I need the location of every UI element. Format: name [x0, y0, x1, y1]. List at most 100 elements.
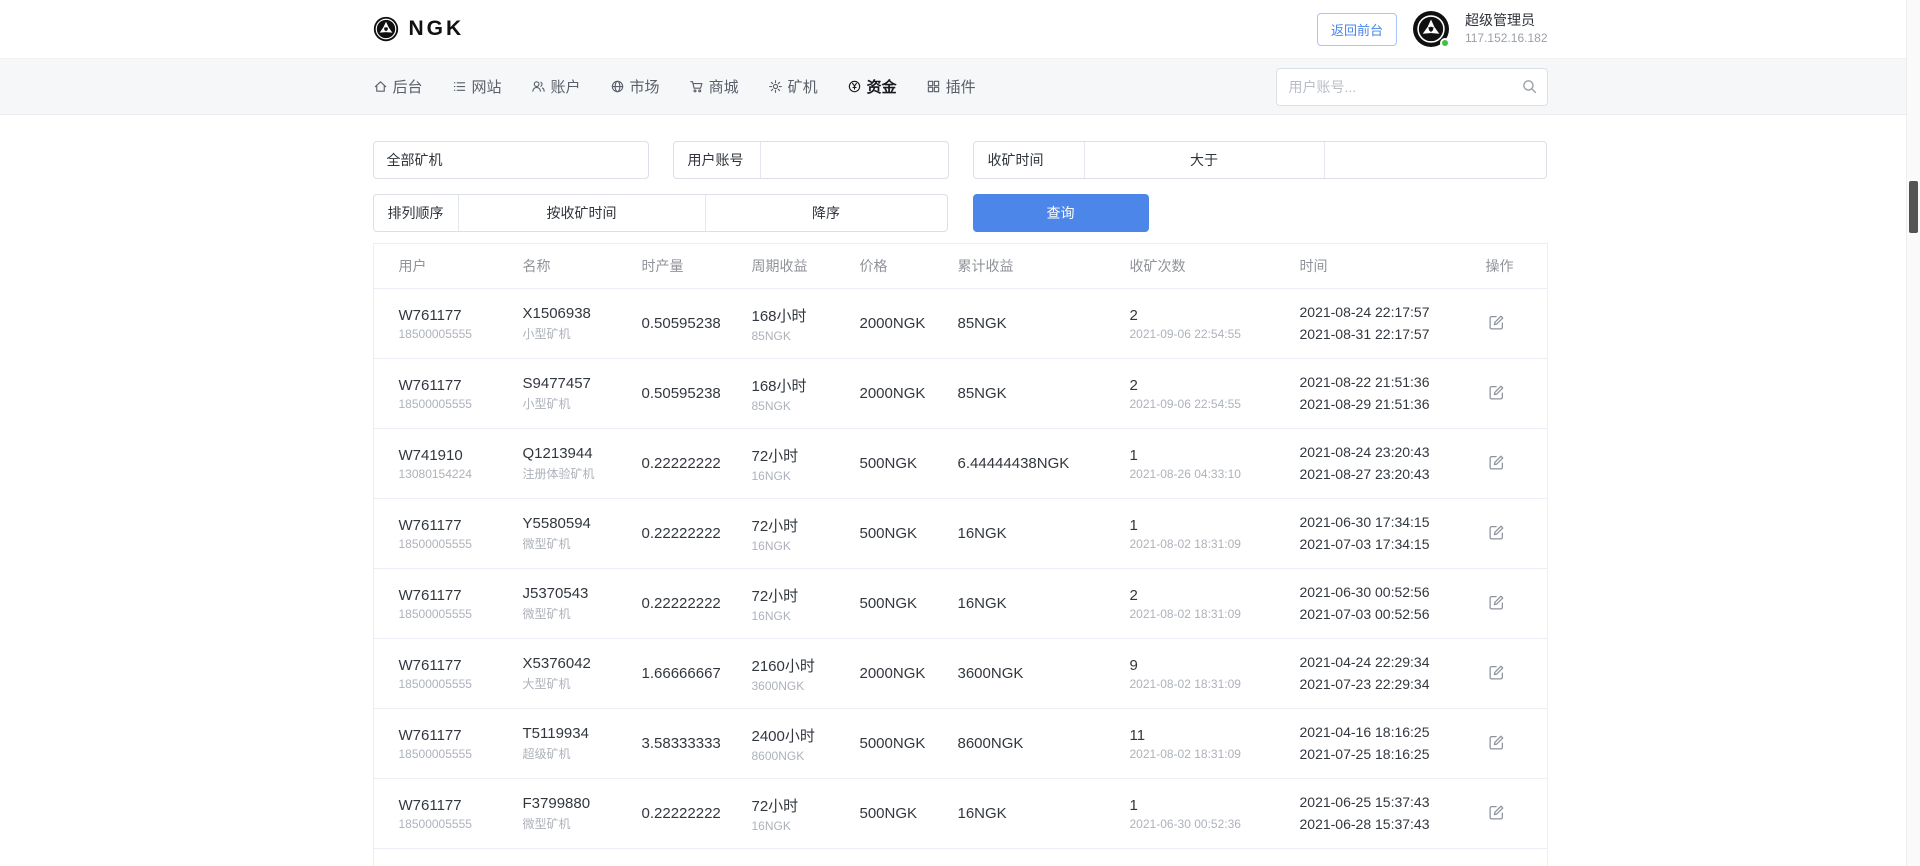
- back-to-front-button[interactable]: 返回前台: [1317, 13, 1397, 46]
- col-header-period: 周期收益: [752, 256, 860, 276]
- cell-harvest-count: 11 2021-08-02 18:31:09: [1130, 727, 1300, 761]
- nav-item-market[interactable]: 市场: [610, 76, 660, 97]
- sort-order-label: 排列顺序: [374, 195, 458, 231]
- edit-button[interactable]: [1486, 452, 1507, 473]
- nav-label: 插件: [946, 76, 976, 97]
- table-row: W761177 18500005555 J5370543 微型矿机 0.2222…: [374, 569, 1547, 639]
- edit-icon: [1488, 804, 1505, 821]
- cell-cumulative-earnings: 6.44444438NGK: [958, 455, 1130, 472]
- cell-name: J5370543 微型矿机: [523, 585, 642, 622]
- edit-icon: [1488, 314, 1505, 331]
- nav-item-plugins[interactable]: 插件: [926, 76, 976, 97]
- page-scrollbar-thumb[interactable]: [1909, 181, 1918, 233]
- nav-label: 账户: [551, 76, 581, 97]
- cell-time: 2021-08-24 23:20:43 2021-08-27 23:20:43: [1300, 442, 1486, 485]
- ngk-logo-icon: [373, 16, 399, 42]
- nav-search: [1276, 68, 1548, 106]
- nav-item-funds[interactable]: 资金: [847, 76, 897, 97]
- cell-actions: [1486, 312, 1547, 336]
- cell-price: 500NGK: [860, 455, 958, 472]
- cell-time: 2021-08-22 21:51:36 2021-08-29 21:51:36: [1300, 372, 1486, 415]
- cart-icon: [689, 79, 704, 94]
- admin-ip: 117.152.16.182: [1465, 30, 1548, 46]
- sort-direction-select[interactable]: 降序: [706, 195, 947, 231]
- nav-label: 商城: [709, 76, 739, 97]
- sort-field-select[interactable]: 按收矿时间: [459, 195, 705, 231]
- table-row: W761177 18500005555 X1506938 小型矿机 0.5059…: [374, 289, 1547, 359]
- cell-harvest-count: 2 2021-09-06 22:54:55: [1130, 307, 1300, 341]
- nav-label: 资金: [867, 76, 897, 97]
- cell-period-earnings: 72小时 16NGK: [752, 795, 860, 833]
- harvest-time-input[interactable]: [1325, 142, 1546, 178]
- cell-price: 2000NGK: [860, 385, 958, 402]
- cell-name: X1506938 小型矿机: [523, 305, 642, 342]
- page-scrollbar-track[interactable]: [1906, 0, 1920, 866]
- globe-icon: [610, 79, 625, 94]
- nav-items: 后台 网站 账户 市场: [373, 76, 976, 97]
- nav-item-mall[interactable]: 商城: [689, 76, 739, 97]
- table-row: W761177 18500005555 Y5580594 微型矿机 0.2222…: [374, 499, 1547, 569]
- miners-table: 用户 名称 时产量 周期收益 价格 累计收益 收矿次数 时间 操作 W76117…: [373, 243, 1548, 866]
- cell-time: 2021-04-24 22:29:34 2021-07-23 22:29:34: [1300, 652, 1486, 695]
- cell-name: X5376042 大型矿机: [523, 655, 642, 692]
- cell-harvest-count: 1 2021-06-30 00:52:36: [1130, 797, 1300, 831]
- edit-button[interactable]: [1486, 382, 1507, 403]
- cell-cumulative-earnings: 3600NGK: [958, 665, 1130, 682]
- harvest-time-filter-group: 收矿时间 大于: [973, 141, 1547, 179]
- machine-type-select[interactable]: 全部矿机: [373, 141, 649, 179]
- cell-actions: [1486, 802, 1547, 826]
- cell-time: 2021-08-24 22:17:57 2021-08-31 22:17:57: [1300, 302, 1486, 345]
- query-button[interactable]: 查询: [973, 194, 1149, 232]
- cell-price: 500NGK: [860, 525, 958, 542]
- nav-item-website[interactable]: 网站: [452, 76, 502, 97]
- cell-actions: [1486, 522, 1547, 546]
- cell-price: 2000NGK: [860, 315, 958, 332]
- brand-logo[interactable]: NGK: [373, 16, 465, 42]
- admin-menu[interactable]: 超级管理员 117.152.16.182: [1465, 11, 1548, 46]
- account-filter-input[interactable]: [761, 142, 948, 178]
- edit-button[interactable]: [1486, 522, 1507, 543]
- cell-actions: [1486, 592, 1547, 616]
- cell-cumulative-earnings: 85NGK: [958, 385, 1130, 402]
- nav-label: 矿机: [788, 76, 818, 97]
- edit-button[interactable]: [1486, 592, 1507, 613]
- edit-icon: [1488, 524, 1505, 541]
- compare-operator-select[interactable]: 大于: [1085, 142, 1324, 178]
- cell-harvest-count: 1 2021-08-26 04:33:10: [1130, 447, 1300, 481]
- main-content: 全部矿机 用户账号 收矿时间 大于 排列顺序 按收矿时间 降序 查询 用户 名称: [373, 115, 1548, 866]
- cell-price: 500NGK: [860, 595, 958, 612]
- cell-hourly-output: 0.22222222: [642, 595, 752, 612]
- avatar[interactable]: [1413, 11, 1449, 47]
- cell-name: F3799880 微型矿机: [523, 795, 642, 832]
- edit-button[interactable]: [1486, 802, 1507, 823]
- nav-item-accounts[interactable]: 账户: [531, 76, 581, 97]
- edit-button[interactable]: [1486, 732, 1507, 753]
- cell-price: 5000NGK: [860, 735, 958, 752]
- users-icon: [531, 79, 546, 94]
- nav-item-miners[interactable]: 矿机: [768, 76, 818, 97]
- search-icon[interactable]: [1521, 78, 1538, 95]
- edit-button[interactable]: [1486, 662, 1507, 683]
- cell-time: 2021-06-30 17:34:15 2021-07-03 17:34:15: [1300, 512, 1486, 555]
- nav-label: 后台: [393, 76, 423, 97]
- edit-icon: [1488, 384, 1505, 401]
- cell-time: 2021-04-16 18:16:25 2021-07-25 18:16:25: [1300, 722, 1486, 765]
- col-header-total: 累计收益: [958, 256, 1130, 276]
- col-header-hourly: 时产量: [642, 256, 752, 276]
- account-filter-group: 用户账号: [673, 141, 949, 179]
- cell-price: 2000NGK: [860, 665, 958, 682]
- cell-hourly-output: 3.58333333: [642, 735, 752, 752]
- nav-item-backend[interactable]: 后台: [373, 76, 423, 97]
- cell-hourly-output: 0.50595238: [642, 385, 752, 402]
- cell-hourly-output: 0.22222222: [642, 455, 752, 472]
- filter-row-1: 全部矿机 用户账号 收矿时间 大于: [373, 141, 1548, 179]
- user-account-search-input[interactable]: [1276, 68, 1548, 106]
- cell-name: Y5580594 微型矿机: [523, 515, 642, 552]
- cell-cumulative-earnings: 16NGK: [958, 525, 1130, 542]
- cell-period-earnings: 72小时 16NGK: [752, 515, 860, 553]
- edit-button[interactable]: [1486, 312, 1507, 333]
- harvest-time-label: 收矿时间: [974, 142, 1084, 178]
- cell-harvest-count: 9 2021-08-02 18:31:09: [1130, 657, 1300, 691]
- cell-period-earnings: 168小时 85NGK: [752, 305, 860, 343]
- brand-name: NGK: [409, 17, 465, 41]
